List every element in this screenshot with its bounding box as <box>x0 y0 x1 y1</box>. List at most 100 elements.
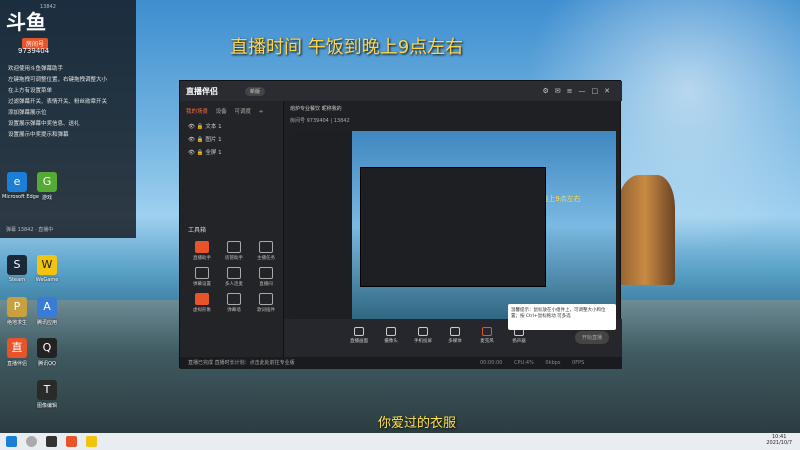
search-icon[interactable] <box>26 436 37 447</box>
live-assistant-icon <box>195 241 209 253</box>
mic-icon <box>227 267 241 279</box>
chat-message: 添加弹幕展示位 <box>8 110 47 116</box>
app-title: 直播伴侣 <box>186 87 218 96</box>
room-id: 9739404 <box>18 47 50 55</box>
window-controls[interactable]: ⚙✉≡—□✕ <box>542 87 616 95</box>
camera-icon <box>386 327 396 336</box>
desktop-icon-game[interactable]: G 游戏 <box>32 172 62 201</box>
chat-messages: 欢迎使用斗鱼弹幕助手 左键拖拽可调整位置，右键拖拽调整大小 在上方有设置菜单 过… <box>8 64 132 141</box>
action-camera[interactable]: 摄像头 <box>376 327 406 344</box>
menu-icon[interactable]: ≡ <box>567 87 579 95</box>
livehelper-icon: 直 <box>7 338 27 358</box>
wegame-icon: W <box>37 255 57 275</box>
nested-window-preview <box>360 167 546 287</box>
pubg-icon: P <box>7 297 27 317</box>
channel-info: 熔炉专业餐饮 昵称我的 <box>290 106 342 112</box>
microphone-icon <box>482 327 492 336</box>
edge-icon: e <box>7 172 27 192</box>
desktop-icon-edge[interactable]: e Microsoft Edge <box>2 172 39 200</box>
tip-popup: 温馨提示：鼠标放在小组件上，可调整大小和位置；按 Ctrl+鼠标拖动 可多选 <box>508 304 616 330</box>
scene-tabs: 我的场景 设备 可调度 + <box>186 107 263 115</box>
add-tab-button[interactable]: + <box>259 109 264 115</box>
tool-avatar[interactable]: 虚拟形象 <box>186 293 218 313</box>
chat-message: 在上方有设置菜单 <box>8 88 53 94</box>
tool-danmaku-wall[interactable]: 弹幕墙 <box>218 293 250 313</box>
status-metrics: 00:00:00 CPU:4% 0kbps 0FPS <box>480 360 585 366</box>
tool-streamer-tasks[interactable]: 主播任务 <box>250 241 282 261</box>
action-mic[interactable]: 麦克风 <box>472 327 502 344</box>
game-icon: G <box>37 172 57 192</box>
chat-message: 左键拖拽可调整位置，右键拖拽调整大小 <box>8 77 108 83</box>
action-media[interactable]: 多媒体 <box>440 327 470 344</box>
room-info: 房间号 9739404 | 13842 <box>290 118 350 124</box>
tool-danmaku-settings[interactable]: 弹幕设置 <box>186 267 218 287</box>
taskbar: 10:41 2021/10/7 <box>0 433 800 450</box>
douyu-logo: 斗鱼 <box>6 10 46 34</box>
mail-icon[interactable]: ✉ <box>555 87 567 95</box>
tool-room-manager[interactable]: 房管助手 <box>218 241 250 261</box>
scene-panel: 我的场景 设备 可调度 + 👁 🔒 文本 1 👁 🔒 图片 1 👁 🔒 全屏 1… <box>180 101 284 357</box>
desktop-icon-livehelper[interactable]: 直 直播伴侣 <box>2 338 32 367</box>
phone-icon <box>418 327 428 336</box>
chat-footer: 弹幕 13842 · 直播中 <box>6 227 54 233</box>
scene-item[interactable]: 👁 🔒 图片 1 <box>184 134 280 147</box>
start-menu-icon[interactable] <box>6 436 17 447</box>
window-titlebar[interactable]: 直播伴侣 新版 ⚙✉≡—□✕ <box>180 81 622 101</box>
settings-icon[interactable]: ⚙ <box>542 87 554 95</box>
scene-item[interactable]: 👁 🔒 全屏 1 <box>184 147 280 160</box>
room-manager-icon <box>227 241 241 253</box>
avatar-icon <box>195 293 209 305</box>
stream-schedule-overlay: 直播时间 午饭到晚上9点左右 <box>230 37 464 58</box>
tool-live-assistant[interactable]: 直播助手 <box>186 241 218 261</box>
livehelper-taskbar-icon[interactable] <box>66 436 77 447</box>
desktop-icon-steam[interactable]: S Steam <box>2 255 32 283</box>
tencent-app-icon: A <box>37 297 57 317</box>
tasks-icon <box>259 241 273 253</box>
desktop-icon-tencent-app[interactable]: A 腾讯应用 <box>32 297 62 326</box>
toolbox-grid: 直播助手 房管助手 主播任务 弹幕设置 多人连麦 直播间 虚拟形象 弹幕墙 歌词… <box>186 241 282 313</box>
tool-lyrics[interactable]: 歌词插件 <box>250 293 282 313</box>
clock-date: 2021/10/7 <box>766 440 792 446</box>
wall-icon <box>227 293 241 305</box>
tool-multi-mic[interactable]: 多人连麦 <box>218 267 250 287</box>
desktop-icon-wegame[interactable]: W WeGame <box>32 255 62 283</box>
steam-icon: S <box>7 255 27 275</box>
room-icon <box>259 267 273 279</box>
maximize-icon[interactable]: □ <box>592 87 605 95</box>
preview-chat-panel <box>290 131 352 321</box>
scene-item[interactable]: 👁 🔒 文本 1 <box>184 121 280 134</box>
tab-my-scenes[interactable]: 我的场景 <box>186 109 208 115</box>
qq-icon: Q <box>37 338 57 358</box>
close-icon[interactable]: ✕ <box>604 87 616 95</box>
tab-devices[interactable]: 设备 <box>216 109 227 115</box>
chat-message: 过滤弹幕开关、表情开关、粉丝勋章开关 <box>8 99 108 105</box>
minimize-icon[interactable]: — <box>579 87 592 95</box>
toolbox-title: 工具箱 <box>188 227 207 234</box>
song-subtitle: 你爱过的衣服 <box>378 416 457 431</box>
screen-icon <box>354 327 364 336</box>
task-view-icon[interactable] <box>46 436 57 447</box>
danmaku-chat-overlay[interactable]: 斗鱼 13842 房间号 9739404 欢迎使用斗鱼弹幕助手 左键拖拽可调整位… <box>0 0 136 238</box>
chat-message: 欢迎使用斗鱼弹幕助手 <box>8 66 64 72</box>
danmaku-icon <box>195 267 209 279</box>
chat-viewer-count: 13842 <box>40 4 56 10</box>
desktop-icon-image-editor[interactable]: T 图像编辑 <box>32 380 62 409</box>
tab-schedulable[interactable]: 可调度 <box>235 109 252 115</box>
tool-live-room[interactable]: 直播间 <box>250 267 282 287</box>
action-phone-cast[interactable]: 手机投屏 <box>408 327 438 344</box>
chat-message: 设置展示弹幕中奖信息、送礼 <box>8 121 80 127</box>
stream-preview[interactable]: 直播时间 午饭到晚上9点左右 <box>290 131 616 321</box>
media-icon <box>450 327 460 336</box>
desktop-icon-qq[interactable]: Q 腾讯QQ <box>32 338 62 367</box>
image-editor-icon: T <box>37 380 57 400</box>
desktop-rock <box>615 175 675 285</box>
version-badge[interactable]: 新版 <box>245 87 266 96</box>
scene-list: 👁 🔒 文本 1 👁 🔒 图片 1 👁 🔒 全屏 1 <box>184 121 280 160</box>
action-screen[interactable]: 直播画面 <box>344 327 374 344</box>
system-clock[interactable]: 10:41 2021/10/7 <box>766 434 792 446</box>
start-live-button[interactable]: 开始直播 <box>575 331 610 344</box>
chat-message: 设置展示中奖提示和弹幕 <box>8 132 69 138</box>
lyrics-icon <box>259 293 273 305</box>
desktop-icon-pubg[interactable]: P 绝地求生 <box>2 297 32 326</box>
folder-icon[interactable] <box>86 436 97 447</box>
